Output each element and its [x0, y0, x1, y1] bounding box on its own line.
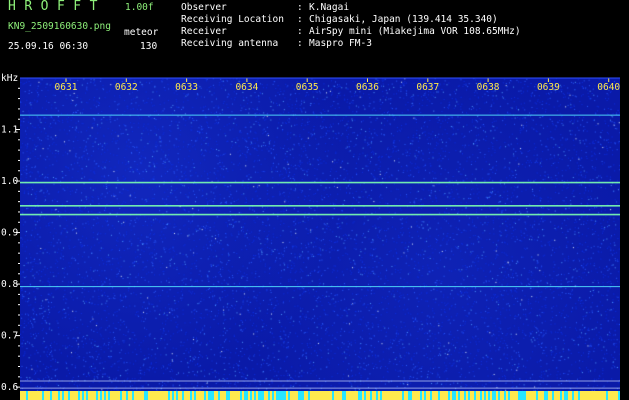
y-tick-label: 0.9: [1, 228, 18, 239]
meta-key-location: Receiving Location: [181, 14, 284, 25]
y-tick-label: 1.1: [1, 125, 18, 136]
mode-value: 130: [140, 41, 158, 52]
mode-label: meteor: [124, 27, 159, 38]
meta-colon: :: [297, 14, 303, 25]
spectrogram-plot: [20, 78, 620, 400]
meta-value-receiver: AirSpy mini (Miakejima VOR 108.65MHz): [309, 26, 521, 37]
meta-colon: :: [297, 26, 303, 37]
filename-label: KN9_2509160630.png: [8, 21, 111, 32]
y-tick-label: 0.6: [1, 382, 18, 393]
app-title: HROFFT: [8, 0, 106, 14]
y-tick-label: 0.8: [1, 279, 18, 290]
meta-key-antenna: Receiving antenna: [181, 38, 279, 49]
y-tick-label: 1.0: [1, 176, 18, 187]
datetime-label: 25.09.16 06:30: [8, 41, 89, 52]
meta-value-observer: K.Nagai: [309, 2, 350, 13]
version-label: 1.00f: [125, 2, 154, 13]
meta-value-location: Chigasaki, Japan (139.414 35.340): [309, 14, 498, 25]
meta-key-observer: Observer: [181, 2, 227, 13]
meta-value-antenna: Maspro FM-3: [309, 38, 372, 49]
meta-key-receiver: Receiver: [181, 26, 227, 37]
meta-colon: :: [297, 2, 303, 13]
spectrogram-noise: [20, 78, 620, 400]
meta-colon: :: [297, 38, 303, 49]
y-tick-label: 0.7: [1, 331, 18, 342]
y-unit-label: kHz: [1, 73, 19, 84]
